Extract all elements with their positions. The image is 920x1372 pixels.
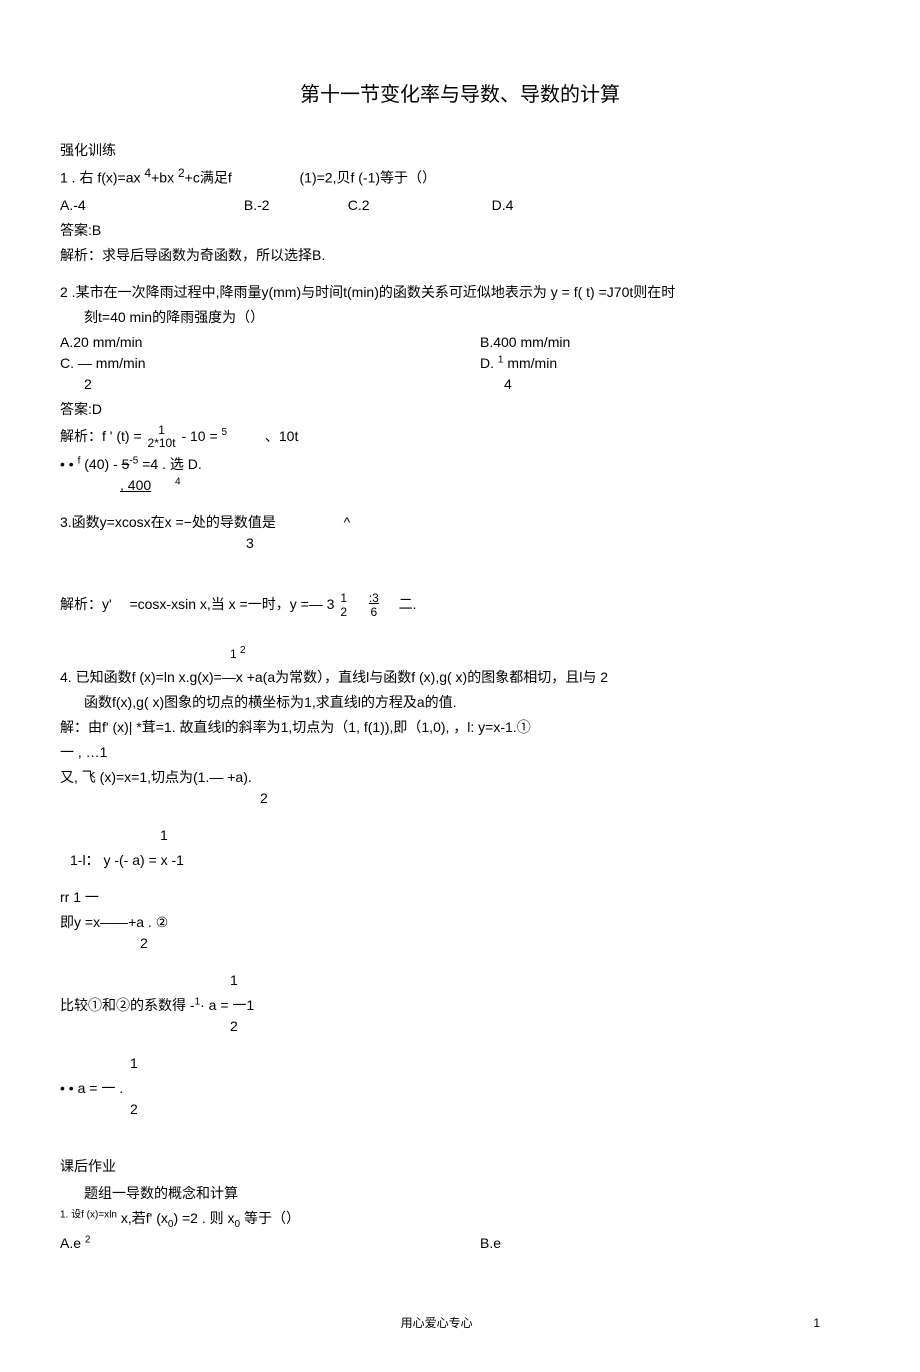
group1-label: 题组一导数的概念和计算 bbox=[84, 1183, 860, 1204]
q4-line10-num: 1 bbox=[130, 1053, 860, 1074]
q4-line7: rr 1 一 bbox=[60, 887, 860, 908]
q2-opt-b: B.400 mm/min bbox=[480, 332, 860, 353]
post-q1-opt-a: A.e 2 bbox=[60, 1233, 480, 1254]
q1-explanation: 解析：求导后导函数为奇函数，所以选择B. bbox=[60, 245, 860, 266]
q1-opt-d: D.4 bbox=[492, 195, 612, 216]
q4-line9-num: 1 bbox=[230, 970, 860, 991]
q3-stem: 3.函数y=xcosx在x =−处的导数值是 ^ 3 bbox=[60, 512, 860, 554]
q3-caret: ^ bbox=[344, 514, 351, 530]
page-title: 第十一节变化率与导数、导数的计算 bbox=[60, 80, 860, 110]
q4-line10: • • a = 一 . 2 bbox=[60, 1078, 860, 1120]
q2-l3-mid: (40) - bbox=[80, 456, 121, 472]
q2-explanation-l1: 解析：f ' (t) = 1 2*10t - 10 = 5 、10t bbox=[60, 424, 860, 450]
q3-stem-pre: 3.函数y=xcosx在x =−处的导数值是 bbox=[60, 514, 276, 530]
page-footer: 用心爱心专心 1 bbox=[60, 1314, 860, 1332]
q1-opt-c: C.2 bbox=[348, 195, 488, 216]
q3-frac2-num: :3 bbox=[369, 592, 379, 605]
q3-exp-pre: 解析：y' bbox=[60, 596, 112, 612]
pq1-mid: x,若f' (x bbox=[117, 1210, 168, 1226]
q4-line4: 一 , …1 bbox=[60, 742, 860, 763]
q2-optd-pre: D. bbox=[480, 355, 498, 371]
q1-mid2: +c满足f bbox=[185, 170, 232, 186]
q3-frac1: 1 2 bbox=[338, 592, 349, 618]
q4-l9-pre: 比较①和②的系数得 - bbox=[60, 997, 195, 1013]
q3-frac1-den: 2 bbox=[340, 606, 347, 619]
q2-opt-d: D. 1 mm/min 4 bbox=[480, 353, 860, 395]
q2-exp-frac: 1 2*10t bbox=[146, 424, 178, 450]
q2-line1: 2 .某市在一次降雨过程中,降雨量y(mm)与时间t(min)的函数关系可近似地… bbox=[60, 282, 860, 303]
post-q1-options: A.e 2 B.e bbox=[60, 1233, 860, 1254]
q2-explanation-l2: • • f (40) - 5-5 =4 . 选 D. , 400 4 bbox=[60, 454, 860, 496]
q2-l3-under: , 400 bbox=[120, 477, 151, 493]
q2-l3-sub: 4 bbox=[175, 477, 181, 488]
q2-optc-pre: C. — mm/min bbox=[60, 355, 146, 371]
footer-page-number: 1 bbox=[813, 1314, 820, 1332]
q4-line8: 即y =x——+a . ② 2 bbox=[60, 912, 860, 954]
q2-opts-row2: C. — mm/min 2 D. 1 mm/min 4 bbox=[60, 353, 860, 395]
q2-opt-c: C. — mm/min 2 bbox=[60, 353, 480, 395]
pq1-tail: 等于（） bbox=[240, 1210, 300, 1226]
q2-l3-pre: • • bbox=[60, 456, 78, 472]
q3-den: 3 bbox=[246, 535, 254, 551]
pq1-sup1: ln bbox=[109, 1209, 117, 1220]
pq1-opta-sup: 2 bbox=[85, 1234, 91, 1245]
q1-text-pre: 1 . 右 f(x)=ax bbox=[60, 170, 144, 186]
q2-exp-sup: 5 bbox=[222, 427, 228, 438]
q4-l9-mid: · a = 一1 bbox=[200, 997, 254, 1013]
pq1-mid2: ) =2 . 则 x bbox=[173, 1210, 234, 1226]
q4-l10-den: 2 bbox=[130, 1101, 138, 1117]
q1-opt-a: A.-4 bbox=[60, 195, 240, 216]
q2-optd-suf: mm/min bbox=[503, 355, 557, 371]
q4-l6-text: 1-l： y -(- a) = x -1 bbox=[70, 852, 184, 868]
q1-options: A.-4 B.-2 C.2 D.4 bbox=[60, 195, 860, 216]
q4-label-frac: 1 2 bbox=[230, 645, 860, 663]
q4-l1-frac-num: 1 bbox=[230, 647, 237, 661]
post-q1-stem: 1. 设f (x)=xln x,若f' (x0) =2 . 则 x0 等于（） bbox=[60, 1208, 860, 1229]
q4-line3: 解：由f' (x)| *茸=1. 故直线l的斜率为1,切点为（1, f(1)),… bbox=[60, 717, 860, 738]
q4-l10-pre: • • a = 一 . bbox=[60, 1080, 123, 1096]
q4-l1-sup: 2 bbox=[240, 645, 246, 656]
q4-line6: 1-l： y -(- a) = x -1 bbox=[60, 850, 860, 871]
q2-exp-mid: - 10 = bbox=[181, 428, 221, 444]
q2-line2: 刻t=40 min的降雨强度为（） bbox=[84, 307, 860, 328]
post-q1-opt-b: B.e bbox=[480, 1233, 860, 1254]
q2-optd-den: 4 bbox=[504, 376, 512, 392]
q2-opt-a: A.20 mm/min bbox=[60, 332, 480, 353]
q1-tail: (1)=2,贝f (-1)等于（） bbox=[300, 170, 437, 186]
q3-explanation: 解析：y' =cosx-xsin x,当 x =一时，y =— 3 1 2 :3… bbox=[60, 592, 860, 618]
q3-exp-mid: =cosx-xsin x,当 x =一时，y =— 3 bbox=[129, 596, 334, 612]
q2-exp-tail: 、10t bbox=[265, 428, 298, 444]
q3-exp-tail: 二. bbox=[399, 596, 417, 612]
q3-frac1-num: 1 bbox=[340, 592, 347, 605]
q4-line9: 比较①和②的系数得 -1· a = 一1 2 bbox=[60, 995, 860, 1037]
q2-exp-frac-den: 2*10t bbox=[148, 437, 176, 450]
q4-line2: 函数f(x),g( x)图象的切点的横坐标为1,求直线l的方程及a的值. bbox=[84, 692, 860, 713]
q2-l3-sup: -5 bbox=[129, 456, 138, 467]
q1-opt-b: B.-2 bbox=[244, 195, 344, 216]
q3-frac2: :3 6 bbox=[367, 592, 381, 618]
q4-l5-den: 2 bbox=[260, 790, 268, 806]
q2-exp-pre: 解析：f ' (t) = bbox=[60, 428, 146, 444]
q4-line5: 又, 飞 (x)=x=1,切点为(1.— +a). 2 bbox=[60, 767, 860, 809]
pq1-opta-pre: A.e bbox=[60, 1235, 85, 1251]
footer-text: 用心爱心专心 bbox=[401, 1316, 473, 1330]
q1-mid1: +bx bbox=[151, 170, 178, 186]
q2-answer: 答案:D bbox=[60, 399, 860, 420]
q4-line1: 4. 已知函数f (x)=ln x.g(x)=—x +a(a为常数），直线l与函… bbox=[60, 667, 860, 688]
q4-line6-num: 1 bbox=[160, 825, 860, 846]
section-label-2: 课后作业 bbox=[60, 1156, 860, 1177]
q2-optc-den: 2 bbox=[84, 376, 92, 392]
section-label-1: 强化训练 bbox=[60, 140, 860, 161]
q3-frac2-den: 6 bbox=[369, 606, 379, 619]
q1-stem: 1 . 右 f(x)=ax 4 +bx 2 +c满足f (1)=2,贝f (-1… bbox=[60, 167, 860, 191]
q1-sup-stack-2: 2 bbox=[178, 167, 185, 191]
q2-opts-row1: A.20 mm/min B.400 mm/min bbox=[60, 332, 860, 353]
pq1-pre: 1. 设f (x)=x bbox=[60, 1209, 109, 1220]
q2-l3-eq: =4 . 选 D. bbox=[138, 456, 201, 472]
q4-l8-pre: 即y =x——+a . ② bbox=[60, 914, 168, 930]
q4-l5-pre: 又, 飞 (x)=x=1,切点为(1.— +a). bbox=[60, 769, 252, 785]
q4-l8-den: 2 bbox=[140, 935, 148, 951]
q1-answer: 答案:B bbox=[60, 220, 860, 241]
q4-l9-den: 2 bbox=[230, 1018, 238, 1034]
